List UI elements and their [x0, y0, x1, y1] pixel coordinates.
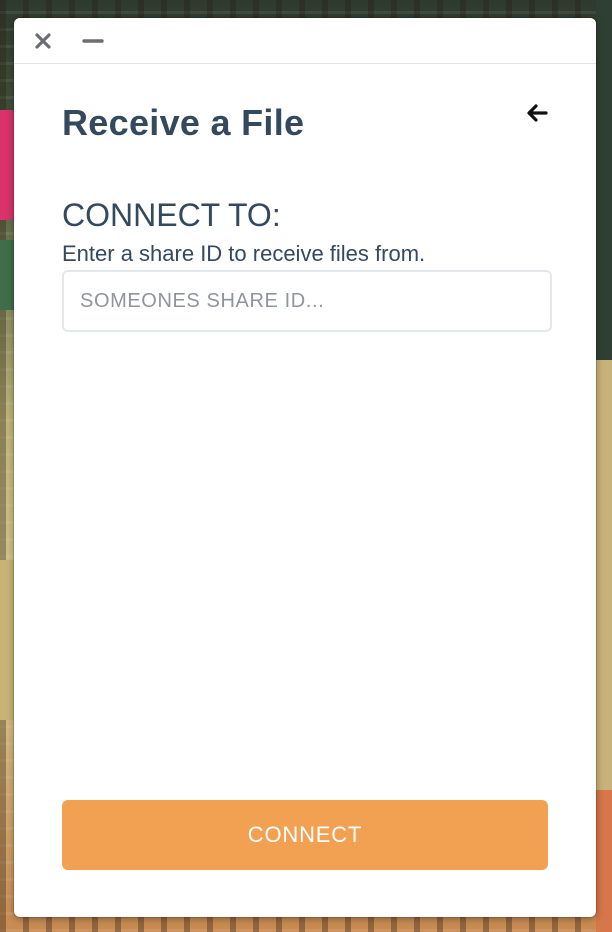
connect-button[interactable]: CONNECT — [62, 800, 548, 870]
back-button[interactable] — [524, 101, 552, 125]
close-icon — [35, 33, 51, 49]
minimize-button[interactable] — [81, 29, 105, 53]
wallpaper-fragment — [596, 790, 612, 932]
wallpaper-fragment — [596, 360, 612, 790]
share-id-help-text: Enter a share ID to receive files from. — [62, 241, 426, 266]
minimize-icon — [82, 39, 104, 43]
wallpaper-fragment — [0, 110, 14, 220]
page-title: Receive a File — [62, 102, 305, 143]
wallpaper-fragment — [596, 0, 612, 360]
arrow-left-icon — [527, 104, 548, 122]
share-id-input[interactable] — [62, 270, 552, 332]
app-window: Receive a File CONNECT TO: Enter a share… — [14, 18, 596, 917]
window-titlebar — [14, 18, 596, 64]
wallpaper-fragment — [0, 240, 14, 310]
connect-to-label: CONNECT TO: — [62, 197, 281, 233]
wallpaper-fragment — [0, 560, 14, 720]
close-button[interactable] — [31, 29, 55, 53]
